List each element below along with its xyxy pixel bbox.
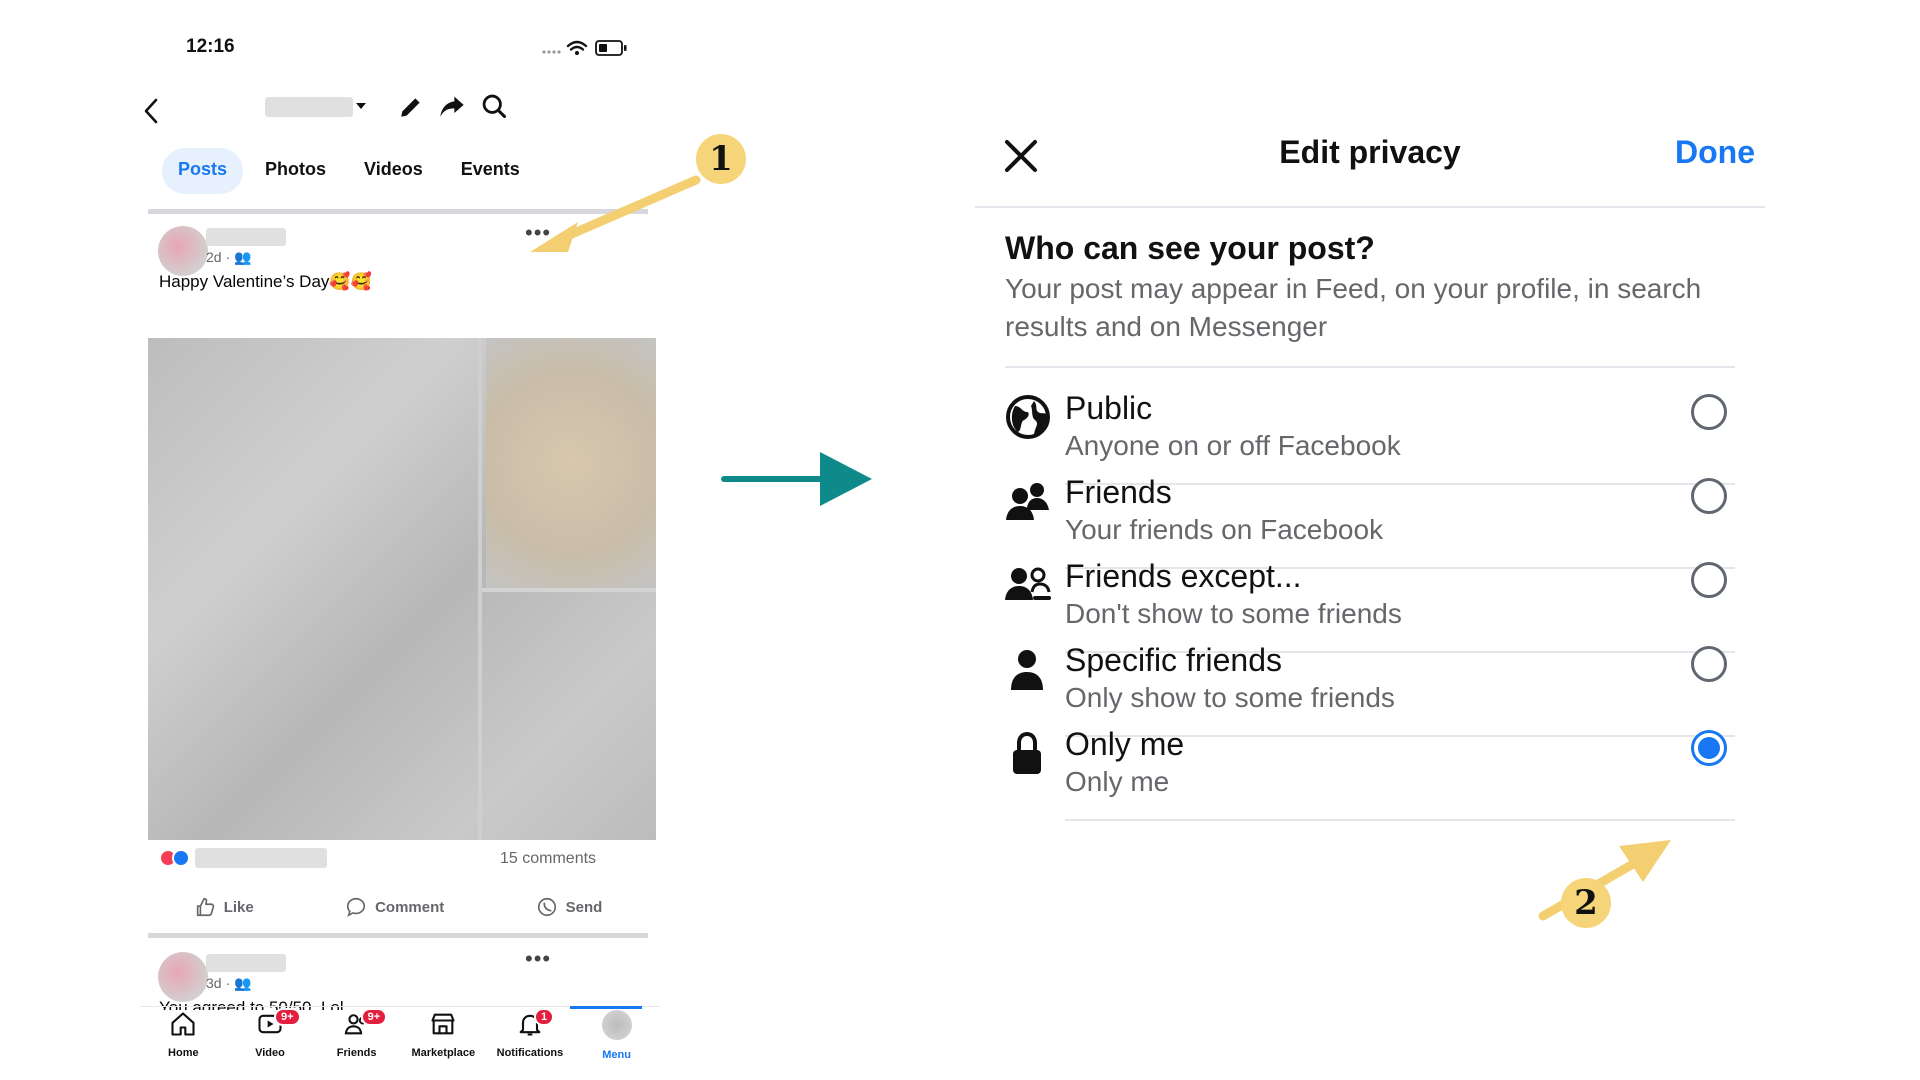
comments-count[interactable]: 15 comments [500,850,596,868]
pencil-icon[interactable] [398,94,424,120]
person-icon [1011,650,1043,690]
like-icon [196,897,214,917]
avatar[interactable] [158,226,208,276]
nav-notifications-label: Notifications [496,1047,564,1059]
comment-button[interactable]: Comment [345,896,444,918]
avatar [601,1010,632,1040]
video-badge: 9+ [273,1008,301,1026]
friends-badge: 9+ [360,1008,388,1026]
author-name-redacted[interactable] [206,954,286,972]
active-tab-indicator [570,1006,642,1009]
profile-tabs: Posts Photos Videos Events [162,148,542,194]
nav-menu[interactable]: Menu [577,1010,657,1080]
nav-video-label: Video [255,1047,285,1059]
radio-button[interactable] [1691,478,1727,514]
edit-privacy-panel: Edit privacy Done Who can see your post?… [975,120,1765,928]
like-label: Like [223,898,254,916]
friends-except-icon [1005,567,1051,600]
top-nav [140,82,660,142]
option-subtitle: Only me [1065,766,1170,797]
option-only-me[interactable]: Only me Only me [1005,714,1727,818]
radio-button[interactable] [1691,394,1727,430]
friends-audience-icon: 👥 [234,249,252,265]
callout-arrow-icon [530,175,701,252]
search-icon[interactable] [480,92,508,120]
post-actions: Like Comment Send [148,890,648,924]
whatsapp-icon [537,897,556,917]
send-label: Send [565,898,603,916]
nav-notifications[interactable]: 1 Notifications [490,1008,570,1080]
option-title: Friends except... [1065,558,1302,594]
option-title: Friends [1065,474,1172,510]
share-icon[interactable] [438,92,466,120]
divider [148,933,648,938]
reactions-icon[interactable] [159,849,190,867]
reaction-names-redacted [195,848,327,868]
question-heading: Who can see your post? [1005,230,1375,266]
option-title: Public [1065,390,1153,426]
avatar[interactable] [158,952,208,1002]
globe-icon [1006,395,1050,439]
like-button[interactable]: Like [194,896,254,918]
radio-button[interactable] [1691,646,1727,682]
friends-audience-icon: 👥 [234,975,252,991]
nav-marketplace-label: Marketplace [411,1047,476,1059]
post-photo[interactable] [148,338,656,840]
post-text: You agreed to 50/50. Lol [159,998,344,1010]
option-subtitle: Only show to some friends [1065,682,1395,713]
lock-icon [1013,731,1041,774]
option-title: Specific friends [1065,642,1282,678]
option-title: Only me [1065,726,1185,762]
nav-home[interactable]: Home [143,1010,223,1080]
tab-posts[interactable]: Posts [162,148,244,194]
nav-menu-label: Menu [602,1049,631,1061]
nav-marketplace[interactable]: Marketplace [403,1010,483,1080]
battery-icon [595,40,627,56]
callout-2: 2 [1561,878,1611,928]
status-time: 12:16 [186,36,235,57]
option-subtitle: Don't show to some friends [1065,598,1402,629]
panel-title: Edit privacy [1279,134,1461,170]
author-name-redacted[interactable] [206,228,286,246]
tab-photos[interactable]: Photos [249,148,342,194]
tab-videos[interactable]: Videos [348,148,439,194]
phone-screenshot: 12:16 Posts Photos Videos Events 2d · 👥 … [140,20,746,1080]
nav-home-label: Home [168,1047,199,1059]
divider [975,206,1765,208]
transition-arrow-icon [721,452,872,506]
post-age: 3d · 👥 [206,975,252,991]
nav-friends[interactable]: 9+ Friends [317,1008,397,1080]
page-name-redacted[interactable] [265,97,353,117]
home-icon [171,1012,195,1036]
post-text: Happy Valentine’s Day🥰🥰 [159,272,372,291]
radio-button[interactable] [1691,562,1727,598]
notifications-badge: 1 [533,1008,555,1026]
divider [1005,366,1735,368]
divider [1065,819,1735,821]
question-description: Your post may appear in Feed, on your pr… [1005,273,1702,342]
done-button[interactable]: Done [1675,134,1755,171]
option-subtitle: Your friends on Facebook [1065,514,1384,545]
comment-icon [347,897,366,917]
back-icon[interactable] [140,96,166,126]
friends-icon [1006,483,1049,520]
status-icons [542,40,627,56]
option-subtitle: Anyone on or off Facebook [1065,430,1401,461]
chevron-down-icon[interactable] [355,101,367,111]
comment-label: Comment [375,898,445,916]
wifi-icon [566,40,588,51]
post-age: 2d · 👥 [206,249,252,265]
bottom-nav: Home 9+ Video 9+ Friends Marketplace 1 N… [140,1008,660,1080]
nav-friends-label: Friends [336,1047,377,1059]
callout-arrow-icon [1538,840,1671,921]
send-button[interactable]: Send [536,896,603,918]
more-options-icon[interactable]: ••• [525,946,551,972]
radio-button-selected[interactable] [1691,730,1727,766]
nav-video[interactable]: 9+ Video [230,1008,310,1080]
marketplace-icon [431,1013,455,1035]
